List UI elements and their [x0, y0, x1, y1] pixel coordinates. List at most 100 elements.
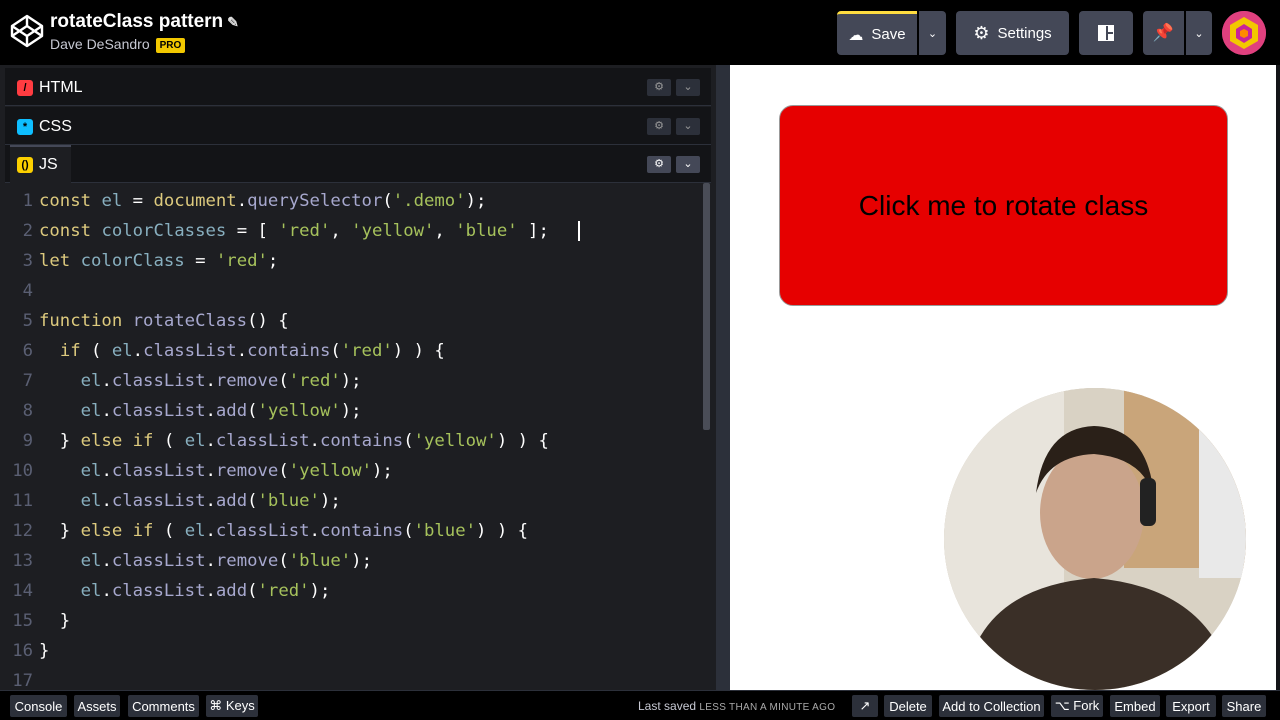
html-collapse-button[interactable]: ⌄ — [676, 79, 700, 96]
line-number: 4 — [22, 281, 33, 301]
footer-bar: Console Assets Comments ⌘ Keys Last save… — [0, 690, 1280, 720]
codepen-logo-icon[interactable] — [10, 14, 44, 48]
fork-button[interactable]: ⌥ Fork — [1051, 695, 1103, 717]
line-number: 7 — [22, 371, 33, 391]
author-name[interactable]: Dave DeSandro — [50, 36, 150, 52]
change-view-button[interactable] — [1079, 11, 1133, 55]
code-line[interactable]: 4 — [5, 276, 705, 306]
code-line[interactable]: 12 } else if ( el.classList.contains('bl… — [5, 516, 705, 546]
html-settings-button[interactable]: ⚙ — [647, 79, 671, 96]
code-line[interactable]: 13 el.classList.remove('blue'); — [5, 546, 705, 576]
code-text[interactable]: } — [39, 606, 70, 636]
pen-title[interactable]: rotateClass pattern ✎ — [50, 11, 239, 33]
assets-button[interactable]: Assets — [74, 695, 120, 717]
code-line[interactable]: 17 — [5, 666, 705, 690]
code-text[interactable]: if ( el.classList.contains('red') ) { — [39, 336, 445, 366]
code-line[interactable]: 1 const el = document.querySelector('.dem… — [5, 186, 705, 216]
code-line[interactable]: 8 el.classList.add('yellow'); — [5, 396, 705, 426]
cloud-icon: ☁ — [848, 26, 864, 44]
add-to-collection-button[interactable]: Add to Collection — [939, 695, 1044, 717]
code-text[interactable]: } else if ( el.classList.contains('blue'… — [39, 516, 528, 546]
pro-badge: PRO — [155, 38, 186, 53]
open-external-icon[interactable]: ↗ — [852, 695, 878, 717]
save-label: Save — [871, 26, 906, 43]
line-number: 5 — [22, 311, 33, 331]
avatar-image — [1222, 11, 1266, 55]
line-number: 14 — [12, 581, 33, 601]
export-button[interactable]: Export — [1166, 695, 1216, 717]
share-button[interactable]: Share — [1222, 695, 1266, 717]
js-icon: () — [17, 157, 33, 173]
editor-scrollbar[interactable] — [703, 183, 710, 430]
pin-button[interactable]: 📌 — [1143, 11, 1184, 55]
code-line[interactable]: 2 const colorClasses = [ 'red', 'yellow',… — [5, 216, 705, 246]
code-text[interactable]: el.classList.remove('blue'); — [39, 546, 372, 576]
settings-button[interactable]: ⚙ Settings — [956, 11, 1069, 55]
code-text[interactable]: el.classList.remove('red'); — [39, 366, 362, 396]
save-button[interactable]: ☁ Save — [837, 11, 917, 55]
css-panel-title: * CSS — [17, 118, 72, 136]
console-button[interactable]: Console — [10, 695, 67, 717]
line-number: 1 — [22, 191, 33, 211]
code-text[interactable]: el.classList.add('yellow'); — [39, 396, 362, 426]
code-text[interactable]: el.classList.add('red'); — [39, 576, 331, 606]
line-number: 2 — [22, 221, 33, 241]
code-text[interactable]: el.classList.add('blue'); — [39, 486, 341, 516]
code-line[interactable]: 10 el.classList.remove('yellow'); — [5, 456, 705, 486]
embed-button[interactable]: Embed — [1110, 695, 1160, 717]
line-number: 15 — [12, 611, 33, 631]
js-panel-title: () JS — [17, 156, 58, 174]
js-panel-header[interactable]: () JS ⚙ ⌄ — [5, 145, 711, 183]
save-dropdown-button[interactable]: ⌄ — [919, 11, 946, 55]
code-line[interactable]: 9 } else if ( el.classList.contains('yel… — [5, 426, 705, 456]
user-avatar[interactable] — [1222, 11, 1266, 55]
line-number: 12 — [12, 521, 33, 541]
code-text[interactable]: } — [39, 636, 49, 666]
keys-button[interactable]: ⌘ Keys — [206, 695, 258, 717]
html-panel-header[interactable]: / HTML ⚙ ⌄ — [5, 68, 711, 106]
code-line[interactable]: 3 let colorClass = 'red'; — [5, 246, 705, 276]
chevron-down-icon: ⌄ — [927, 27, 938, 40]
line-number: 16 — [12, 641, 33, 661]
pin-dropdown-button[interactable]: ⌄ — [1186, 11, 1212, 55]
panel-resizer[interactable] — [716, 65, 730, 690]
settings-label: Settings — [997, 24, 1052, 42]
pencil-icon[interactable]: ✎ — [227, 14, 239, 30]
code-line[interactable]: 11 el.classList.add('blue'); — [5, 486, 705, 516]
code-line[interactable]: 6 if ( el.classList.contains('red') ) { — [5, 336, 705, 366]
code-line[interactable]: 7 el.classList.remove('red'); — [5, 366, 705, 396]
line-number: 6 — [22, 341, 33, 361]
js-collapse-button[interactable]: ⌄ — [676, 156, 700, 173]
code-text[interactable]: } else if ( el.classList.contains('yello… — [39, 426, 549, 456]
css-collapse-button[interactable]: ⌄ — [676, 118, 700, 135]
line-number: 10 — [12, 461, 33, 481]
chevron-down-icon: ⌄ — [1194, 27, 1204, 40]
webcam-overlay — [944, 388, 1246, 690]
code-text[interactable]: function rotateClass() { — [39, 306, 289, 336]
text-cursor — [578, 221, 580, 241]
code-line[interactable]: 14 el.classList.add('red'); — [5, 576, 705, 606]
top-bar: rotateClass pattern ✎ Dave DeSandro PRO ☁ … — [0, 0, 1280, 65]
code-line[interactable]: 5 function rotateClass() { — [5, 306, 705, 336]
css-icon: * — [17, 119, 33, 135]
js-code-editor[interactable]: 1 const el = document.querySelector('.dem… — [5, 183, 711, 690]
line-number: 13 — [12, 551, 33, 571]
author-line: Dave DeSandro PRO — [50, 36, 186, 53]
code-text[interactable]: let colorClass = 'red'; — [39, 246, 278, 276]
html-icon: / — [17, 80, 33, 96]
code-text[interactable]: const colorClasses = [ 'red', 'yellow', … — [39, 216, 549, 246]
delete-button[interactable]: Delete — [884, 695, 932, 717]
demo-button[interactable]: Click me to rotate class — [779, 105, 1228, 306]
code-line[interactable]: 15 } — [5, 606, 705, 636]
code-line[interactable]: 16} — [5, 636, 705, 666]
css-settings-button[interactable]: ⚙ — [647, 118, 671, 135]
line-number: 11 — [12, 491, 33, 511]
js-settings-button[interactable]: ⚙ — [647, 156, 671, 173]
last-saved-status: Last saved LESS THAN A MINUTE AGO — [638, 699, 836, 713]
gear-icon: ⚙ — [973, 22, 990, 43]
css-panel-header[interactable]: * CSS ⚙ ⌄ — [5, 107, 711, 145]
line-number: 17 — [12, 671, 33, 690]
comments-button[interactable]: Comments — [128, 695, 199, 717]
code-text[interactable]: const el = document.querySelector('.demo… — [39, 186, 486, 216]
code-text[interactable]: el.classList.remove('yellow'); — [39, 456, 393, 486]
